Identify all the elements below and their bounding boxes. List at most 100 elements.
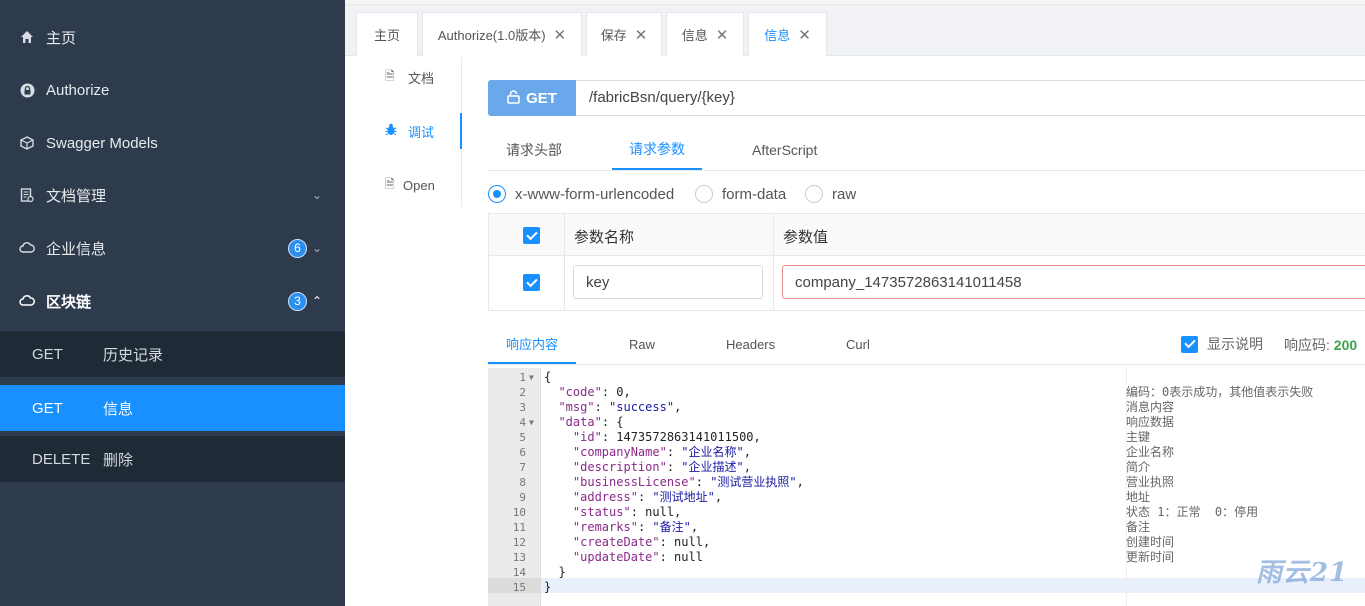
doc-nav-label: Open (403, 177, 435, 193)
line-number: 6 (519, 446, 526, 459)
sidebar-item-doc-management[interactable]: 文档管理 ⌄ (0, 169, 345, 221)
line-number: 13 (512, 551, 526, 564)
tab-authorize[interactable]: Authorize(1.0版本) ✕ (422, 12, 582, 56)
tab-headers[interactable]: Headers (726, 324, 775, 364)
select-all-checkbox[interactable] (523, 227, 540, 244)
field-description: 消息内容 (1126, 400, 1175, 414)
tab-afterscript[interactable]: AfterScript (752, 130, 817, 170)
sidebar-item-home[interactable]: 主页 (0, 11, 345, 63)
tab-info[interactable]: 信息 ✕ (666, 12, 744, 56)
watermark-logo: 雨云21 (1256, 558, 1349, 588)
divider (773, 214, 774, 310)
doc-nav-document[interactable]: 🗎 文档 (355, 59, 462, 95)
radio-label: raw (832, 185, 857, 203)
document-icon (19, 187, 35, 203)
sidebar-item-label: 文档管理 (46, 187, 107, 205)
code-line: } (544, 565, 566, 579)
param-value-input[interactable]: company_1473572863141011458 (782, 265, 1365, 299)
radio-urlencoded[interactable]: x-www-form-urlencoded (488, 184, 674, 204)
line-number: 8 (519, 476, 526, 489)
fold-toggle-icon[interactable]: ▼ (529, 415, 534, 430)
close-icon[interactable]: ✕ (554, 26, 567, 44)
line-number: 12 (512, 536, 526, 549)
code-line: "businessLicense": "测试营业执照", (572, 475, 804, 489)
sidebar-item-swagger-models[interactable]: Swagger Models (0, 117, 345, 169)
tab-raw[interactable]: Raw (629, 324, 655, 364)
response-editor[interactable]: 1 ▼{2 "code": 0, 编码：0表示成功，其他值表示失败 3 "msg": … (488, 368, 1365, 606)
tab-label: 请求参数 (629, 141, 685, 157)
radio-indicator (805, 185, 823, 203)
tab-request-params[interactable]: 请求参数 (612, 130, 702, 170)
sidebar-subitem-info[interactable]: GET 信息 (0, 385, 345, 431)
sidebar-subitem-history[interactable]: GET 历史记录 (0, 331, 345, 377)
line-number: 9 (519, 491, 526, 504)
column-header: 参数值 (783, 229, 829, 246)
http-method: GET (526, 89, 557, 107)
tab-label: 保存 (600, 28, 627, 43)
toggle-label: 显示说明 (1207, 336, 1263, 352)
tab-label: AfterScript (752, 142, 818, 158)
response-code-value: 200 (1333, 337, 1358, 353)
tab-label: Raw (629, 336, 656, 352)
sidebar-item-label: Swagger Models (46, 134, 158, 152)
lock-icon (19, 82, 35, 98)
close-icon[interactable]: ✕ (716, 26, 729, 44)
tab-curl[interactable]: Curl (846, 324, 870, 364)
field-description: 更新时间 (1126, 550, 1175, 564)
field-description: 营业执照 (1126, 475, 1175, 489)
radio-label: form-data (722, 185, 787, 203)
file-icon: 🗎 (385, 68, 395, 83)
fold-toggle-icon[interactable]: ▼ (529, 370, 534, 385)
show-description-checkbox[interactable] (1181, 335, 1198, 353)
code-line: { (544, 370, 552, 384)
doc-nav: 🗎 文档 调试 🗎 Open (355, 57, 462, 207)
sidebar-subitem-delete[interactable]: DELETE 删除 (0, 436, 345, 482)
show-description-toggle[interactable]: 显示说明 (1181, 334, 1263, 354)
divider (488, 170, 1365, 171)
radio-label: x-www-form-urlencoded (515, 185, 675, 203)
doc-nav-open[interactable]: 🗎 Open (355, 167, 462, 203)
http-method: DELETE (32, 450, 91, 468)
doc-nav-debug[interactable]: 调试 (355, 113, 462, 149)
sidebar-item-label: 主页 (46, 29, 77, 47)
sidebar-item-label: Authorize (46, 81, 110, 99)
tab-request-headers[interactable]: 请求头部 (506, 130, 562, 170)
radio-form-data[interactable]: form-data (695, 184, 786, 204)
line-number: 14 (512, 566, 526, 579)
sidebar-item-company-info[interactable]: 企业信息 6 ⌄ (0, 222, 345, 274)
current-line-highlight (488, 578, 1365, 593)
tab-label: Headers (726, 336, 776, 352)
field-description: 地址 (1126, 490, 1151, 504)
divider (488, 364, 1365, 365)
field-description: 响应数据 (1126, 415, 1175, 429)
code-line: "msg": "success", (558, 400, 682, 414)
tab-label: 响应内容 (506, 336, 559, 352)
code-line: "id": 1473572863141011500, (572, 430, 761, 444)
unlock-icon (507, 89, 520, 107)
line-number: 5 (519, 431, 526, 444)
top-border (345, 0, 1365, 5)
file-icon: 🗎 (385, 176, 395, 191)
code-line: "remarks": "备注", (572, 520, 699, 534)
param-name-input[interactable]: key (573, 265, 763, 299)
sidebar-item-authorize[interactable]: Authorize (0, 64, 345, 116)
row-checkbox[interactable] (523, 274, 540, 291)
tab-save[interactable]: 保存 ✕ (586, 12, 662, 56)
line-number: 2 (519, 386, 526, 399)
code-line: "address": "测试地址", (572, 490, 723, 504)
tab-label: Authorize(1.0版本) (437, 28, 546, 43)
code-line: "createDate": null, (572, 535, 711, 549)
column-header: 参数名称 (574, 229, 635, 246)
tab-info-active[interactable]: 信息 ✕ (748, 12, 827, 56)
bug-icon (385, 123, 397, 139)
close-icon[interactable]: ✕ (635, 26, 648, 44)
close-icon[interactable]: ✕ (798, 26, 811, 44)
line-number: 11 (512, 521, 526, 534)
tab-home[interactable]: 主页 (356, 12, 418, 56)
url-path[interactable]: /fabricBsn/query/{key} (589, 89, 735, 106)
radio-raw[interactable]: raw (805, 184, 856, 204)
sidebar-item-blockchain[interactable]: 区块链 3 ⌃ (0, 275, 345, 327)
radio-indicator (488, 185, 506, 203)
send-button[interactable]: GET (488, 80, 576, 116)
tab-response-content[interactable]: 响应内容 (488, 324, 577, 364)
